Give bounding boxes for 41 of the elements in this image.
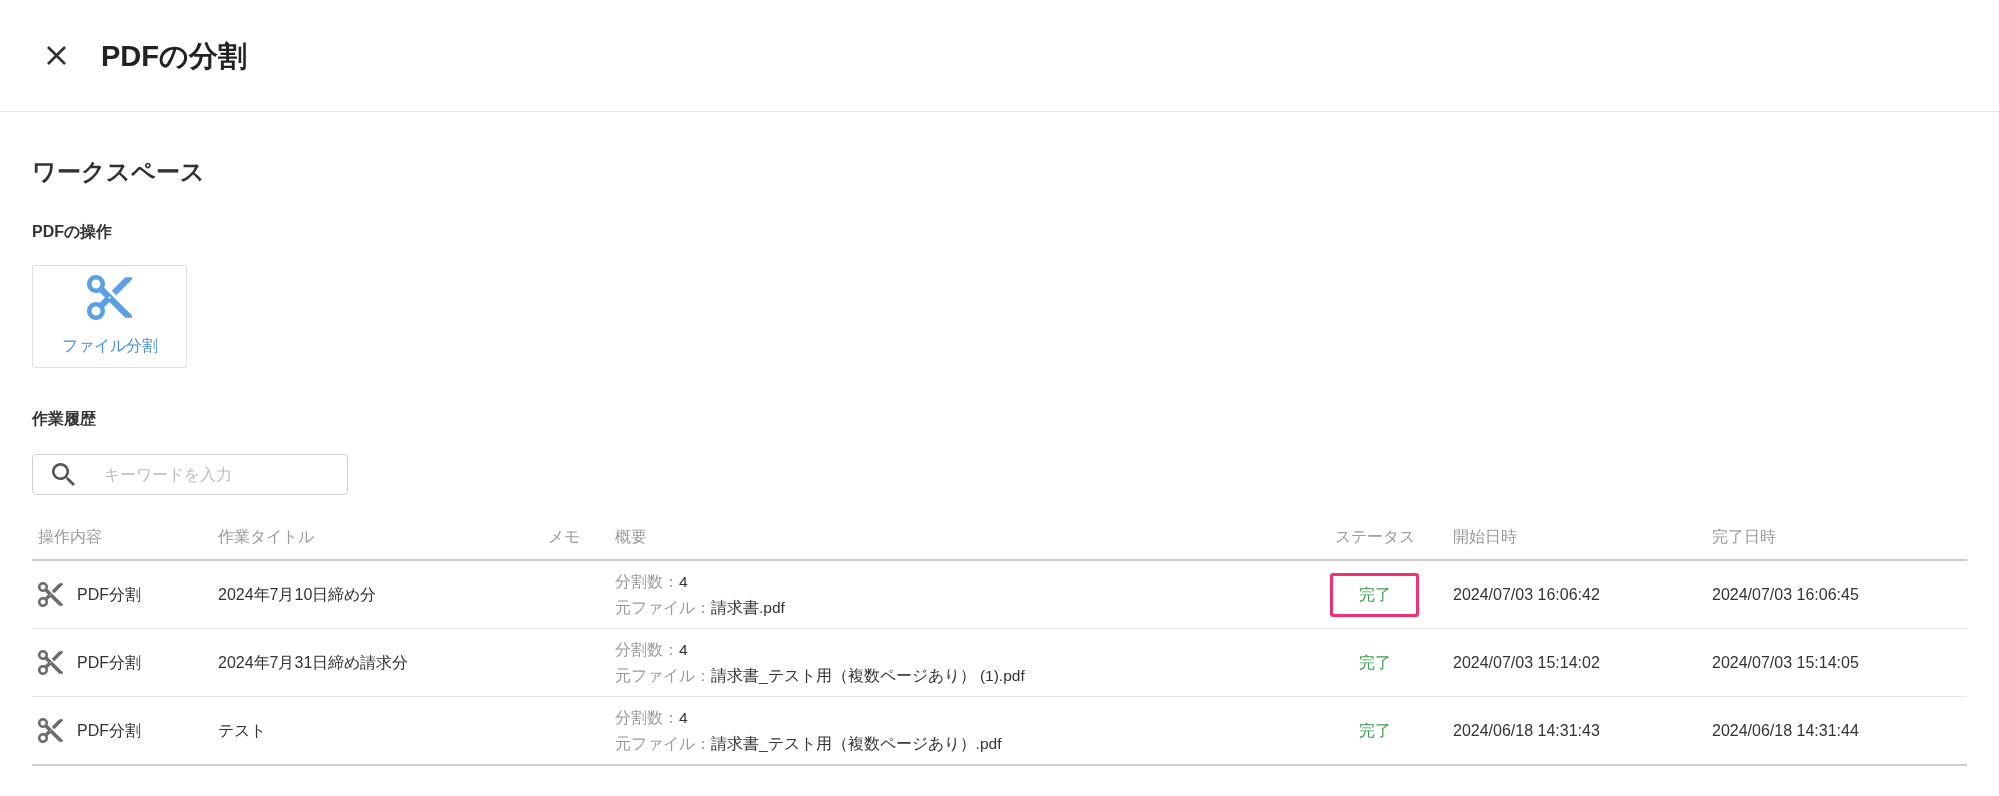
search-icon: [52, 463, 75, 486]
column-header: 概要: [615, 527, 647, 547]
work-title: テスト: [218, 720, 266, 741]
status-text: 完了: [1358, 652, 1391, 673]
summary-line: 分割数：4: [615, 639, 688, 660]
scissors-icon: [87, 275, 132, 320]
column-header: メモ: [548, 527, 580, 547]
work-title: 2024年7月10日締め分: [218, 584, 377, 605]
close-icon: [46, 46, 66, 65]
start-time: 2024/06/18 14:31:43: [1453, 720, 1600, 741]
end-time: 2024/07/03 16:06:45: [1712, 584, 1859, 605]
operation-text: PDF分割: [77, 720, 141, 741]
scissors-icon: [38, 650, 63, 675]
start-time: 2024/07/03 15:14:02: [1453, 652, 1600, 673]
summary-line: 分割数：4: [615, 571, 688, 592]
section-heading: 作業履歴: [32, 409, 96, 429]
page-title: PDFの分割: [101, 38, 247, 74]
column-header: 完了日時: [1712, 527, 1776, 547]
section-title: ワークスペース: [32, 157, 205, 187]
search-field[interactable]: キーワードを入力: [32, 454, 348, 495]
operation-text: PDF分割: [77, 652, 141, 673]
work-title: 2024年7月31日締め請求分: [218, 652, 409, 673]
start-time: 2024/07/03 16:06:42: [1453, 584, 1600, 605]
scissors-icon: [38, 582, 63, 607]
summary-line: 元ファイル：請求書_テスト用（複数ページあり）.pdf: [615, 733, 1002, 754]
column-header: ステータス: [1334, 527, 1415, 547]
summary-line: 分割数：4: [615, 707, 688, 728]
status-text: 完了: [1358, 720, 1391, 741]
column-header: 操作内容: [38, 527, 102, 547]
end-time: 2024/07/03 15:14:05: [1712, 652, 1859, 673]
scissors-icon: [38, 718, 63, 743]
end-time: 2024/06/18 14:31:44: [1712, 720, 1859, 741]
operation-text: PDF分割: [77, 584, 141, 605]
file-split-button[interactable]: ファイル分割: [32, 265, 187, 368]
summary-line: 元ファイル：請求書.pdf: [615, 597, 785, 618]
column-header: 作業タイトル: [218, 527, 314, 547]
summary-line: 元ファイル：請求書_テスト用（複数ページあり） (1).pdf: [615, 665, 1025, 686]
section-heading: PDFの操作: [32, 222, 112, 242]
close-button[interactable]: [44, 43, 68, 68]
column-header: 開始日時: [1453, 527, 1517, 547]
status-text: 完了: [1358, 584, 1391, 605]
